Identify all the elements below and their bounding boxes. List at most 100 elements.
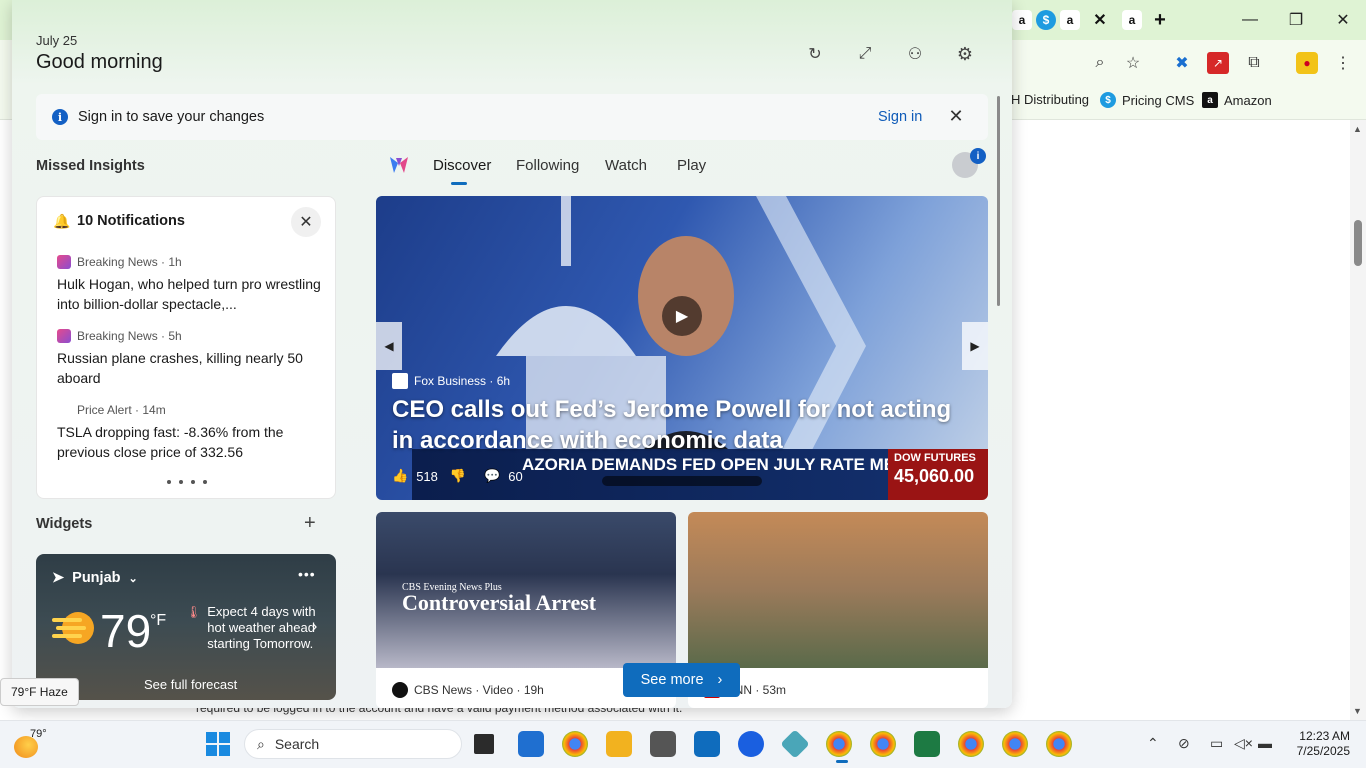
- chrome-profile-icon[interactable]: [1002, 731, 1028, 757]
- info-badge-icon: i: [970, 148, 986, 164]
- excel-icon[interactable]: [914, 731, 940, 757]
- close-tab-icon[interactable]: ✕: [1090, 10, 1110, 30]
- hero-title[interactable]: CEO calls out Fed’s Jerome Powell for no…: [392, 394, 972, 456]
- weather-location[interactable]: ➤ Punjab ⌄: [52, 570, 138, 586]
- add-widget-icon[interactable]: +: [304, 512, 316, 535]
- start-button[interactable]: [206, 732, 230, 756]
- notification-text: Russian plane crashes, killing nearly 50…: [57, 350, 303, 386]
- chevron-right-icon[interactable]: ›: [312, 618, 317, 636]
- play-icon[interactable]: ▶: [662, 296, 702, 336]
- file-explorer-icon[interactable]: [606, 731, 632, 757]
- signin-link[interactable]: Sign in: [878, 109, 922, 125]
- clock-date: 7/25/2025: [1296, 744, 1350, 758]
- network-off-icon[interactable]: ⊘: [1178, 735, 1190, 752]
- bookmark-pricing-cms[interactable]: $ Pricing CMS: [1100, 92, 1194, 108]
- store-icon[interactable]: [518, 731, 544, 757]
- settings-gear-icon[interactable]: ⚙: [953, 42, 977, 66]
- minimize-button[interactable]: —: [1237, 8, 1263, 32]
- notification-item[interactable]: Breaking News · 1h Hulk Hogan, who helpe…: [57, 253, 321, 314]
- volume-icon[interactable]: ◁×: [1234, 735, 1253, 752]
- see-full-forecast-link[interactable]: See full forecast: [144, 677, 237, 692]
- calculator-icon[interactable]: [650, 731, 676, 757]
- display-icon[interactable]: ▭: [1210, 735, 1223, 752]
- pdf-extension-icon[interactable]: ↗: [1207, 52, 1229, 74]
- extensions-puzzle-icon[interactable]: ⧉: [1243, 52, 1265, 74]
- news-card-image: [688, 512, 988, 668]
- maximize-button[interactable]: ❐: [1283, 8, 1309, 32]
- amazon-tab-icon[interactable]: a: [1012, 10, 1032, 30]
- notification-text: Hulk Hogan, who helped turn pro wrestlin…: [57, 276, 321, 312]
- amazon-tab-icon[interactable]: a: [1122, 10, 1142, 30]
- notification-item[interactable]: Price Alert · 14m TSLA dropping fast: -8…: [57, 401, 321, 462]
- scrollbar-thumb[interactable]: [1354, 220, 1362, 266]
- browser-scrollbar[interactable]: ▲ ▼: [1350, 120, 1366, 720]
- dislike-icon[interactable]: 👎: [450, 468, 466, 484]
- notifications-card[interactable]: 🔔 10 Notifications ✕ Breaking News · 1h …: [36, 196, 336, 499]
- weather-widget[interactable]: ➤ Punjab ⌄ ••• 79 °F 🌡 Expect 4 days with h…: [36, 554, 336, 700]
- see-more-button[interactable]: See more ›: [623, 663, 740, 697]
- notification-source: Breaking News · 1h: [77, 255, 182, 269]
- chrome-profile-icon[interactable]: [870, 731, 896, 757]
- info-icon: i: [52, 109, 68, 125]
- weather-alert-text: Expect 4 days with hot weather ahead sta…: [207, 604, 316, 651]
- chrome-profile-icon[interactable]: [826, 731, 852, 757]
- refresh-icon[interactable]: ↻: [803, 42, 827, 66]
- active-tab-indicator: [451, 182, 467, 185]
- scroll-up-icon[interactable]: ▲: [1353, 124, 1362, 134]
- taskbar-clock[interactable]: 12:23 AM 7/25/2025: [1288, 729, 1350, 759]
- weather-alert[interactable]: 🌡 Expect 4 days with hot weather ahead st…: [186, 604, 316, 652]
- chevron-right-icon: ›: [717, 672, 723, 688]
- hero-story-card[interactable]: ◀ ▶ ▶ AZORIA DEMANDS FED OPEN JULY RATE …: [376, 196, 988, 500]
- dollar-icon: $: [1100, 92, 1116, 108]
- zoom-icon[interactable]: [738, 731, 764, 757]
- panel-scrollbar[interactable]: [997, 96, 1000, 306]
- close-icon[interactable]: ✕: [946, 106, 966, 126]
- task-view-icon[interactable]: [474, 734, 494, 754]
- weather-unit: °F: [150, 612, 167, 629]
- next-arrow-icon[interactable]: ▶: [962, 322, 988, 370]
- menu-kebab-icon[interactable]: ⋮: [1332, 52, 1354, 74]
- taskbar: [0, 720, 1366, 768]
- cbs-icon: [392, 682, 408, 698]
- close-window-button[interactable]: ✕: [1330, 8, 1356, 32]
- battery-icon[interactable]: ▬: [1258, 735, 1272, 751]
- zoom-icon[interactable]: ⌕: [1089, 52, 1111, 74]
- chrome-profile-icon[interactable]: [958, 731, 984, 757]
- tab-discover[interactable]: Discover: [433, 157, 491, 174]
- scroll-down-icon[interactable]: ▼: [1353, 706, 1362, 716]
- notification-text: TSLA dropping fast: -8.36% from the prev…: [57, 424, 284, 460]
- chevron-up-icon[interactable]: ⌃: [1147, 735, 1159, 752]
- bookmark-h-distributing[interactable]: H Distributing: [1011, 92, 1089, 107]
- new-tab-button[interactable]: +: [1150, 9, 1170, 31]
- tab-watch[interactable]: Watch: [605, 157, 647, 174]
- hero-pager[interactable]: [602, 476, 762, 486]
- amazon-tab-icon[interactable]: a: [1060, 10, 1080, 30]
- profile-icon[interactable]: ●: [1296, 52, 1318, 74]
- outlook-icon[interactable]: [694, 731, 720, 757]
- expand-icon[interactable]: ⤢: [853, 42, 877, 66]
- tab-play[interactable]: Play: [677, 157, 706, 174]
- personalize-icon[interactable]: ⚇: [903, 42, 927, 66]
- tab-following[interactable]: Following: [516, 157, 579, 174]
- close-icon[interactable]: ✕: [291, 207, 321, 237]
- ticker-text: AZORIA DEMANDS FED OPEN JULY RATE MEETIN…: [522, 455, 948, 474]
- taskbar-search[interactable]: ⌕ Search: [244, 729, 462, 759]
- bookmark-star-icon[interactable]: ☆: [1122, 52, 1144, 74]
- like-icon[interactable]: 👍: [392, 468, 408, 484]
- bookmark-label: Amazon: [1224, 92, 1272, 108]
- more-options-icon[interactable]: •••: [298, 566, 316, 582]
- carousel-dots[interactable]: [167, 480, 207, 484]
- previous-arrow-icon[interactable]: ◀: [376, 322, 402, 370]
- bookmark-amazon[interactable]: a Amazon: [1202, 92, 1272, 108]
- comment-icon[interactable]: 💬: [484, 468, 500, 484]
- pricing-tab-icon[interactable]: $: [1036, 10, 1056, 30]
- breaking-news-icon: [57, 255, 71, 269]
- chrome-icon[interactable]: [562, 731, 588, 757]
- see-more-label: See more: [640, 672, 704, 688]
- taskbar-weather[interactable]: 79°: [14, 728, 50, 762]
- card-source: CBS News · Video · 19h: [392, 682, 544, 698]
- chrome-profile-icon[interactable]: [1046, 731, 1072, 757]
- chevron-down-icon: ⌄: [128, 572, 138, 585]
- notification-item[interactable]: Breaking News · 5h Russian plane crashes…: [57, 327, 321, 388]
- extension-icon[interactable]: ✖: [1171, 52, 1193, 74]
